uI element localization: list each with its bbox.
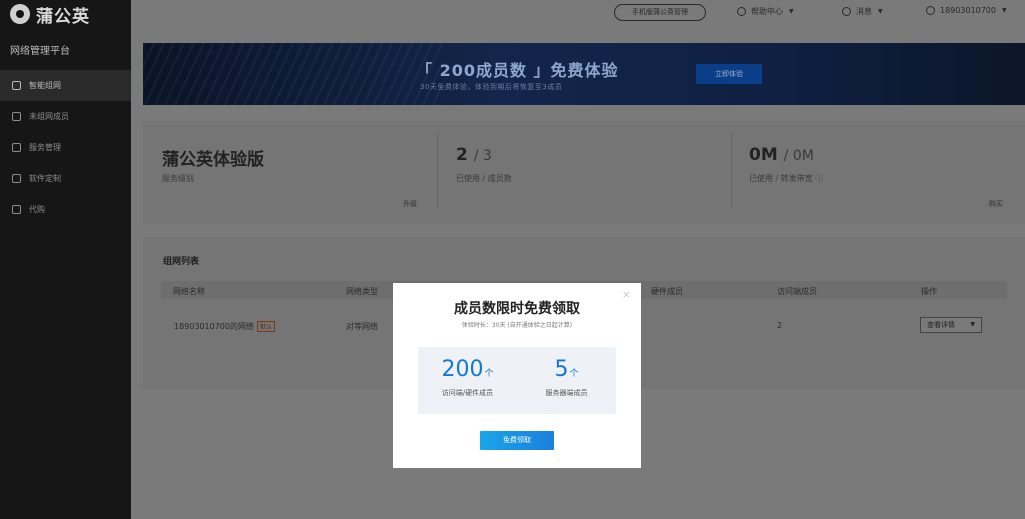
visitor-member-count: 200个 bbox=[418, 357, 517, 387]
visitor-member-number: 200 bbox=[441, 357, 484, 382]
visitor-member-benefit: 200个 访问端/硬件成员 bbox=[418, 347, 517, 414]
account-menu[interactable]: 18903010700 ▼ bbox=[926, 6, 1007, 15]
members-used: 2 bbox=[456, 145, 468, 165]
purchase-link[interactable]: 购买 bbox=[989, 199, 1003, 209]
messages-link[interactable]: 消息 ▼ bbox=[842, 6, 883, 17]
messages-label: 消息 bbox=[856, 7, 872, 16]
service-level-value: 蒲公英体验版 bbox=[162, 150, 264, 170]
promo-banner: 「 200成员数 」免费体验 30天免费体验，体验到期后将恢复至3成员 立即体验 bbox=[143, 43, 1025, 105]
sidebar-item-label: 未组网成员 bbox=[29, 112, 69, 121]
view-details-label: 查看详情 bbox=[927, 321, 955, 329]
modal-subtitle: 体验时长：30天 (自开通体验之日起计算) bbox=[461, 322, 573, 329]
benefit-box: 200个 访问端/硬件成员 5个 服务器端成员 bbox=[418, 347, 616, 414]
view-details-dropdown[interactable]: 查看详情 ▼ bbox=[920, 317, 982, 333]
sidebar-item-software-custom[interactable]: 软件定制 bbox=[0, 163, 131, 194]
bandwidth-stat: 0M / 0M 已使用 / 转发带宽 ⓘ 购买 bbox=[749, 121, 1025, 224]
dandelion-logo-icon bbox=[10, 4, 30, 24]
visitors-cell: 2 bbox=[777, 321, 783, 330]
column-header-actions: 操作 bbox=[921, 287, 937, 296]
network-type-cell: 对等网络 bbox=[346, 322, 378, 331]
column-header-hardware: 硬件成员 bbox=[651, 287, 683, 296]
bandwidth-used: 0M bbox=[749, 145, 778, 165]
server-member-count: 5个 bbox=[517, 357, 616, 387]
app-logo[interactable]: 蒲公英 bbox=[10, 3, 90, 27]
stat-divider bbox=[731, 133, 732, 208]
top-bar: 手机版蒲公英管理 帮助中心 ▼ 消息 ▼ 18903010700 ▼ bbox=[131, 0, 1025, 27]
network-icon bbox=[12, 81, 21, 90]
logo-text: 蒲公英 bbox=[36, 6, 90, 27]
visitor-member-unit: 个 bbox=[484, 369, 494, 379]
sidebar-item-unnetworked-members[interactable]: 未组网成员 bbox=[0, 101, 131, 132]
sidebar-item-label: 代购 bbox=[29, 205, 45, 214]
sidebar-item-label: 智能组网 bbox=[29, 81, 61, 90]
visitor-member-label: 访问端/硬件成员 bbox=[441, 389, 494, 397]
sidebar-item-label: 软件定制 bbox=[29, 174, 61, 183]
sidebar: 蒲公英 网络管理平台 智能组网 未组网成员 服务管理 软件定制 代购 bbox=[0, 0, 131, 519]
cart-icon bbox=[12, 205, 21, 214]
server-member-unit: 个 bbox=[569, 369, 579, 379]
default-badge: 默认 bbox=[257, 321, 276, 332]
service-level-label: 服务级别 bbox=[162, 174, 194, 183]
service-level-stat: 蒲公英体验版 服务级别 升级 bbox=[162, 121, 432, 224]
server-member-label: 服务器端成员 bbox=[545, 389, 588, 397]
sidebar-nav: 智能组网 未组网成员 服务管理 软件定制 代购 bbox=[0, 70, 131, 225]
stat-divider bbox=[437, 133, 438, 208]
bandwidth-value: 0M / 0M bbox=[749, 145, 814, 165]
column-header-visitors: 访问端成员 bbox=[777, 287, 817, 296]
members-total: / 3 bbox=[473, 148, 492, 164]
sidebar-item-smart-network[interactable]: 智能组网 bbox=[0, 70, 131, 101]
chevron-down-icon: ▼ bbox=[1002, 7, 1007, 14]
list-icon bbox=[12, 143, 21, 152]
help-center-link[interactable]: 帮助中心 ▼ bbox=[737, 6, 794, 17]
list-title: 组网列表 bbox=[163, 257, 200, 267]
network-name-cell: 18903010700的网络 默认 bbox=[174, 321, 276, 332]
sidebar-item-purchase[interactable]: 代购 bbox=[0, 194, 131, 225]
column-header-name: 网络名称 bbox=[173, 287, 205, 296]
sidebar-item-label: 服务管理 bbox=[29, 143, 61, 152]
upgrade-link[interactable]: 升级 bbox=[403, 199, 417, 209]
bell-icon bbox=[842, 7, 851, 16]
server-member-benefit: 5个 服务器端成员 bbox=[517, 347, 616, 414]
mobile-management-button[interactable]: 手机版蒲公英管理 bbox=[614, 4, 706, 21]
chevron-down-icon: ▼ bbox=[789, 8, 794, 15]
column-header-type: 网络类型 bbox=[346, 287, 378, 296]
banner-subtitle: 30天免费体验，体验到期后将恢复至3成员 bbox=[420, 83, 563, 91]
question-icon[interactable]: ⓘ bbox=[815, 174, 823, 183]
account-label: 18903010700 bbox=[940, 6, 996, 15]
stats-card: 蒲公英体验版 服务级别 升级 2 / 3 已使用 / 成员数 0M / 0M 已… bbox=[143, 121, 1025, 224]
bandwidth-total: / 0M bbox=[783, 148, 814, 164]
caret-down-icon: ▼ bbox=[970, 321, 975, 328]
try-now-button[interactable]: 立即体验 bbox=[696, 64, 762, 84]
server-member-number: 5 bbox=[554, 357, 569, 382]
help-center-label: 帮助中心 bbox=[751, 7, 783, 16]
platform-title: 网络管理平台 bbox=[10, 46, 70, 57]
globe-icon bbox=[926, 6, 935, 15]
network-name[interactable]: 18903010700的网络 bbox=[174, 322, 254, 331]
user-icon bbox=[12, 112, 21, 121]
free-members-modal: × 成员数限时免费领取 体验时长：30天 (自开通体验之日起计算) 200个 访… bbox=[393, 283, 641, 468]
chevron-down-icon: ▼ bbox=[878, 8, 883, 15]
members-value: 2 / 3 bbox=[456, 145, 492, 165]
members-label: 已使用 / 成员数 bbox=[456, 174, 512, 183]
bandwidth-label: 已使用 / 转发带宽 ⓘ bbox=[749, 173, 823, 184]
modal-title: 成员数限时免费领取 bbox=[454, 301, 580, 317]
headset-icon bbox=[737, 7, 746, 16]
members-stat: 2 / 3 已使用 / 成员数 bbox=[456, 121, 726, 224]
bandwidth-label-text: 已使用 / 转发带宽 bbox=[749, 174, 813, 183]
sidebar-item-service-management[interactable]: 服务管理 bbox=[0, 132, 131, 163]
claim-free-button[interactable]: 免费领取 bbox=[480, 431, 554, 450]
banner-title: 「 200成员数 」免费体验 bbox=[416, 61, 619, 80]
grid-icon bbox=[12, 174, 21, 183]
